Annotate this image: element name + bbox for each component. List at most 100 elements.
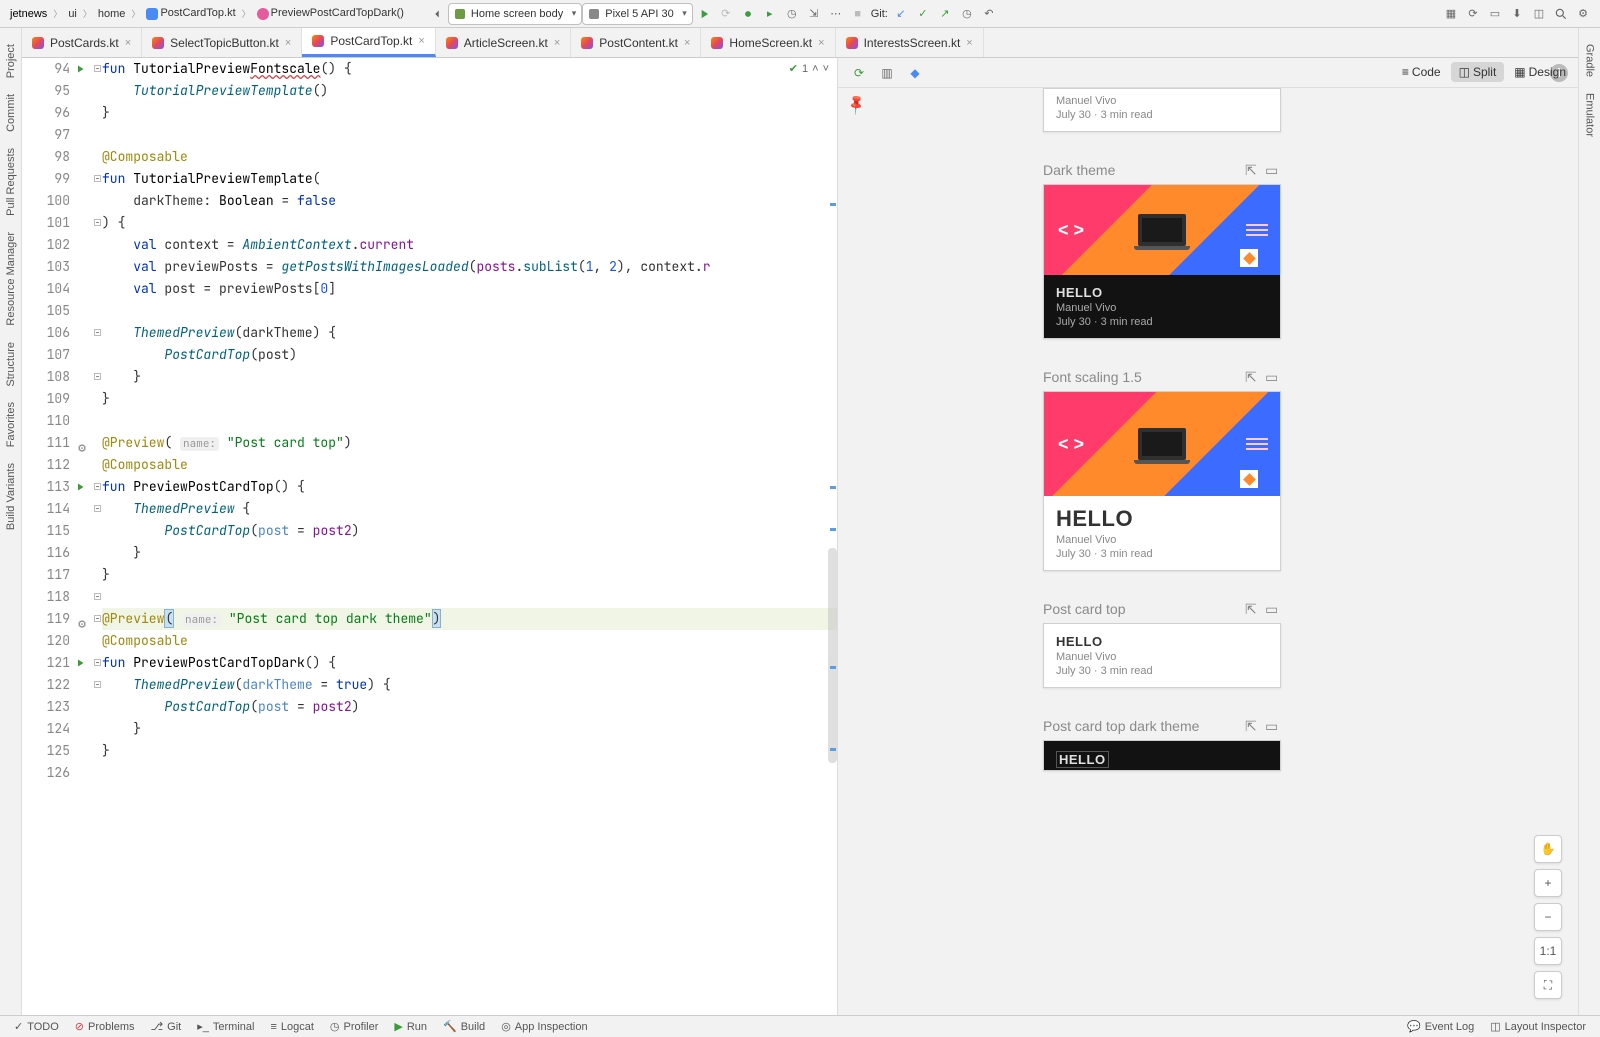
editor-tab[interactable]: PostContent.kt× [571, 28, 701, 57]
tool-window-button[interactable]: Gradle [1584, 44, 1596, 77]
debug-button[interactable] [737, 3, 759, 25]
fold-toggle-icon[interactable] [94, 681, 101, 688]
close-tab-icon[interactable]: × [285, 37, 291, 49]
tool-window-button[interactable]: Build Variants [5, 463, 17, 530]
editor-tab[interactable]: PostCardTop.kt× [302, 28, 435, 57]
deploy-preview-icon[interactable]: ⇱ [1245, 718, 1261, 734]
crumb-file[interactable]: PostCardTop.kt [142, 5, 239, 21]
settings-icon[interactable]: ⚙ [1572, 3, 1594, 25]
code-line[interactable]: fun PreviewPostCardTop() { [102, 476, 837, 498]
code-line[interactable]: ThemedPreview(darkTheme = true) { [102, 674, 837, 696]
preview-card[interactable]: Manuel VivoJuly 30 · 3 min read [1043, 88, 1281, 132]
code-line[interactable] [102, 124, 837, 146]
gear-gutter-icon[interactable]: ⚙ [74, 437, 86, 449]
code-area[interactable]: fun TutorialPreviewFontscale() { Tutoria… [102, 58, 837, 1015]
stop-button[interactable]: ■ [847, 3, 869, 25]
tool-window-button[interactable]: Project [5, 44, 17, 78]
interactive-preview-icon[interactable]: ▭ [1265, 601, 1281, 617]
interactive-preview-icon[interactable]: ▭ [1265, 162, 1281, 178]
interactive-preview-icon[interactable]: ▭ [1265, 369, 1281, 385]
code-line[interactable]: } [102, 388, 837, 410]
tool-window-button[interactable]: Emulator [1584, 93, 1596, 137]
close-tab-icon[interactable]: × [966, 37, 972, 49]
fold-toggle-icon[interactable] [94, 373, 101, 380]
code-line[interactable]: @Composable [102, 454, 837, 476]
code-line[interactable]: @Preview( name: "Post card top dark them… [102, 608, 837, 630]
fold-toggle-icon[interactable] [94, 659, 101, 666]
apply-changes-icon[interactable]: ⟳ [715, 3, 737, 25]
preview-card[interactable]: HELLO [1043, 740, 1281, 771]
tool-window-button[interactable]: Resource Manager [5, 232, 17, 326]
git-history-icon[interactable]: ◷ [956, 3, 978, 25]
fold-toggle-icon[interactable] [94, 329, 101, 336]
attach-debugger-icon[interactable]: ⇲ [803, 3, 825, 25]
zoom-in-button[interactable]: + [1534, 869, 1562, 897]
tool-window-button[interactable]: Commit [5, 94, 17, 132]
project-structure-icon[interactable]: ▦ [1440, 3, 1462, 25]
tool-window-button[interactable]: Favorites [5, 402, 17, 447]
code-line[interactable]: } [102, 102, 837, 124]
deploy-preview-icon[interactable]: ⇱ [1245, 369, 1261, 385]
gear-gutter-icon[interactable]: ⚙ [74, 613, 86, 625]
crumb-function[interactable]: PreviewPostCardTopDark() [253, 5, 408, 21]
code-line[interactable]: @Composable [102, 146, 837, 168]
fold-toggle-icon[interactable] [94, 483, 101, 490]
view-split-button[interactable]: ◫Split [1451, 62, 1505, 82]
code-line[interactable]: } [102, 366, 837, 388]
coverage-icon[interactable]: ▸ [759, 3, 781, 25]
git-revert-icon[interactable]: ↶ [978, 3, 1000, 25]
run-button[interactable] [693, 3, 715, 25]
code-line[interactable]: ) { [102, 212, 837, 234]
code-line[interactable]: } [102, 740, 837, 762]
search-everywhere-icon[interactable] [1550, 3, 1572, 25]
system-ui-icon[interactable]: ▥ [876, 62, 898, 84]
statusbar-build[interactable]: 🔨Build [435, 1020, 493, 1033]
code-line[interactable]: fun PreviewPostCardTopDark() { [102, 652, 837, 674]
crumb-project[interactable]: jetnews [6, 6, 51, 22]
view-code-button[interactable]: ≡Code [1394, 62, 1449, 82]
refresh-preview-icon[interactable]: ⟳ [848, 62, 870, 84]
device-selector[interactable]: Pixel 5 API 30 [582, 3, 693, 25]
sdk-manager-icon[interactable]: ⬇ [1506, 3, 1528, 25]
statusbar-terminal[interactable]: ▸_Terminal [189, 1020, 262, 1033]
statusbar-git[interactable]: ⎇Git [142, 1020, 189, 1033]
code-line[interactable]: PostCardTop(post = post2) [102, 520, 837, 542]
code-line[interactable]: @Composable [102, 630, 837, 652]
fold-toggle-icon[interactable] [94, 593, 101, 600]
view-design-button[interactable]: ▦Design [1506, 62, 1574, 82]
code-line[interactable]: fun TutorialPreviewTemplate( [102, 168, 837, 190]
avd-manager-icon[interactable]: ▭ [1484, 3, 1506, 25]
code-line[interactable] [102, 762, 837, 784]
fold-toggle-icon[interactable] [94, 615, 101, 622]
deploy-preview-icon[interactable]: ⇱ [1245, 162, 1261, 178]
tool-window-button[interactable]: Pull Requests [5, 148, 17, 216]
code-line[interactable]: } [102, 564, 837, 586]
code-line[interactable]: PostCardTop(post = post2) [102, 696, 837, 718]
run-gutter-icon[interactable] [74, 657, 86, 669]
editor-tab[interactable]: ArticleScreen.kt× [436, 28, 571, 57]
code-line[interactable]: val post = previewPosts[0] [102, 278, 837, 300]
code-line[interactable]: ThemedPreview(darkTheme) { [102, 322, 837, 344]
deploy-preview-icon[interactable]: ⇱ [1245, 601, 1261, 617]
nav-back-icon[interactable] [426, 3, 448, 25]
run-gutter-icon[interactable] [74, 481, 86, 493]
crumb-dir[interactable]: home [94, 6, 130, 22]
statusbar-problems[interactable]: ⊘Problems [67, 1020, 143, 1033]
close-tab-icon[interactable]: × [684, 37, 690, 49]
code-line[interactable]: val context = AmbientContext.current [102, 234, 837, 256]
statusbar-event-log[interactable]: 💬Event Log [1399, 1020, 1482, 1033]
fold-toggle-icon[interactable] [94, 175, 101, 182]
code-line[interactable]: ThemedPreview { [102, 498, 837, 520]
more-run-icon[interactable]: ⋯ [825, 3, 847, 25]
close-tab-icon[interactable]: × [125, 37, 131, 49]
code-line[interactable]: val previewPosts = getPostsWithImagesLoa… [102, 256, 837, 278]
statusbar-run[interactable]: ▶Run [386, 1020, 435, 1033]
code-line[interactable] [102, 300, 837, 322]
interactive-preview-icon[interactable]: ▭ [1265, 718, 1281, 734]
git-commit-icon[interactable]: ✓ [912, 3, 934, 25]
code-line[interactable]: fun TutorialPreviewFontscale() { [102, 58, 837, 80]
close-tab-icon[interactable]: × [818, 37, 824, 49]
close-tab-icon[interactable]: × [554, 37, 560, 49]
fold-toggle-icon[interactable] [94, 505, 101, 512]
code-line[interactable]: } [102, 542, 837, 564]
